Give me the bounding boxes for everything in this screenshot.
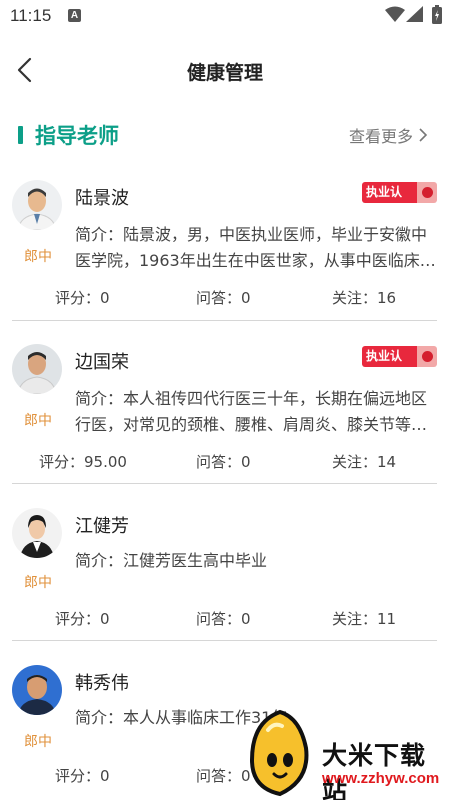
watermark-logo: 大米下载站 www.zzhyw.com	[240, 708, 450, 800]
page-title: 健康管理	[186, 62, 263, 84]
rating-stat: 评分：0	[55, 610, 110, 628]
doctor-name: 边国荣	[75, 352, 129, 373]
doctor-card[interactable]: 郎中 陆景波 执业认证 简介：陆景波，男，中医执业医师，毕业于安徽中医学院，19…	[12, 180, 437, 321]
signal-icon	[406, 6, 423, 22]
doctor-card[interactable]: 郎中 边国荣 执业认证 简介：本人祖传四代行医三十年，长期在偏远地区行医，对常见…	[12, 344, 437, 484]
watermark-url: www.zzhyw.com	[322, 770, 440, 787]
notification-icon: A	[68, 9, 81, 22]
answers-stat: 问答：0	[196, 453, 251, 471]
section-header: 指导老师 查看更多	[0, 118, 450, 152]
doctor-card[interactable]: 郎中 江健芳 简介：江健芳医生高中毕业 评分：0 问答：0 关注：11	[12, 508, 437, 641]
see-more-link[interactable]: 查看更多	[349, 123, 428, 147]
rating-stat: 评分：0	[55, 289, 110, 307]
doctor-name: 陆景波	[75, 188, 129, 209]
doctor-title-label: 郎中	[24, 249, 52, 265]
section-accent-bar	[18, 126, 23, 144]
doctor-title-label: 郎中	[24, 575, 52, 591]
doctor-title-label: 郎中	[24, 734, 52, 750]
answers-stat: 问答：0	[196, 610, 251, 628]
follows-stat: 关注：11	[332, 610, 397, 628]
badge-label: 执业认证	[362, 346, 417, 384]
watermark-text: 大米下载站	[322, 741, 427, 800]
mascot-icon	[249, 709, 309, 797]
avatar	[12, 180, 62, 230]
doctor-intro: 简介：江健芳医生高中毕业	[75, 551, 268, 570]
avatar	[12, 665, 62, 715]
rating-stat: 评分：95.00	[39, 453, 127, 471]
status-bar: 11:15 A	[0, 0, 450, 34]
wifi-icon	[385, 6, 405, 22]
doctor-intro: 简介：本人祖传四代行医三十年，长期在偏远地区行医，对常见的颈椎、腰椎、肩周炎、膝…	[75, 389, 428, 434]
avatar	[12, 344, 62, 394]
answers-stat: 问答：0	[196, 289, 251, 307]
doctor-intro: 简介：陆景波，男，中医执业医师，毕业于安徽中医学院，1963年出生在中医世家，从…	[75, 225, 436, 270]
follows-stat: 关注：14	[332, 453, 397, 471]
doctor-title-label: 郎中	[24, 413, 52, 429]
certified-badge: 执业认证	[362, 346, 437, 384]
section-title: 指导老师	[35, 124, 119, 148]
avatar	[12, 508, 62, 558]
status-time: 11:15	[10, 6, 52, 25]
nav-bar: 健康管理	[0, 44, 450, 96]
doctor-name: 江健芳	[75, 516, 129, 537]
badge-label: 执业认证	[362, 182, 417, 220]
battery-icon	[432, 5, 442, 24]
chevron-right-icon	[419, 128, 428, 142]
seal-icon	[416, 182, 437, 203]
follows-stat: 关注：16	[332, 289, 397, 307]
rating-stat: 评分：0	[55, 767, 110, 785]
seal-icon	[416, 346, 437, 367]
doctor-name: 韩秀伟	[75, 673, 129, 694]
certified-badge: 执业认证	[362, 182, 437, 220]
see-more-label: 查看更多	[348, 127, 413, 146]
